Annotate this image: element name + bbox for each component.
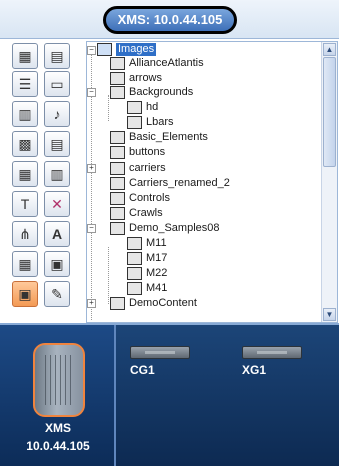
device-list: CG1 XG1	[116, 325, 339, 466]
folder-icon	[110, 86, 125, 99]
tree-root-label: Images	[116, 43, 157, 56]
device-xg1[interactable]: XG1	[242, 346, 302, 377]
folder-icon	[110, 192, 125, 205]
folder-icon	[110, 72, 125, 85]
list-icon[interactable]: ☰	[12, 71, 38, 97]
font-icon[interactable]: A	[44, 221, 70, 247]
folder-icon	[127, 282, 142, 295]
title-bar: XMS: 10.0.44.105	[0, 0, 339, 38]
scroll-down-icon[interactable]: ▼	[323, 308, 336, 321]
server-icon	[33, 343, 85, 417]
vertical-scrollbar[interactable]: ▲ ▼	[321, 42, 337, 322]
main-area: ▦ ▤ ☰ ▭ ▥ ♪ ▩ ▤ ▦ ▥ T ✕ ⋔ A ▦ ▣ ▣ ✎ − Im…	[0, 38, 339, 324]
device-label: XG1	[242, 363, 267, 377]
xms-server-tile[interactable]: XMS 10.0.44.105	[0, 325, 116, 466]
folder-icon	[110, 177, 125, 190]
collapse-toggle[interactable]: −	[87, 88, 96, 97]
folder-icon	[110, 146, 125, 159]
layout-icon[interactable]: ▦	[12, 43, 38, 69]
tree-item[interactable]: M41	[127, 282, 167, 295]
network-icon[interactable]: ⋔	[12, 221, 38, 247]
tree-item[interactable]: carriers	[110, 162, 166, 175]
device-panel: XMS 10.0.44.105 CG1 XG1	[0, 323, 339, 466]
columns-icon[interactable]: ▥	[44, 161, 70, 187]
music-icon[interactable]: ♪	[44, 101, 70, 127]
monitor-icon[interactable]: ▭	[44, 71, 70, 97]
folder-icon	[127, 252, 142, 265]
text-box-icon[interactable]: T	[12, 191, 38, 217]
device-rack-icon	[242, 346, 302, 359]
image-icon[interactable]: ▩	[12, 131, 38, 157]
tree-item[interactable]: AllianceAtlantis	[110, 57, 204, 70]
device-rack-icon	[130, 346, 190, 359]
folder-icon	[110, 162, 125, 175]
delete-icon[interactable]: ✕	[44, 191, 70, 217]
tree-item[interactable]: arrows	[110, 72, 162, 85]
tree-item[interactable]: Lbars	[127, 116, 174, 129]
folder-icon	[127, 101, 142, 114]
tree-item[interactable]: Basic_Elements	[110, 131, 208, 144]
scroll-up-icon[interactable]: ▲	[323, 43, 336, 56]
tree-item[interactable]: M17	[127, 252, 167, 265]
tree-item[interactable]: Crawls	[110, 207, 163, 220]
display-icon[interactable]: ▣	[12, 281, 38, 307]
tree-item[interactable]: buttons	[110, 146, 165, 159]
folder-icon	[110, 222, 125, 235]
clock-icon[interactable]: ▦	[12, 251, 38, 277]
tree-item[interactable]: M22	[127, 267, 167, 280]
tree-item[interactable]: Backgrounds	[110, 86, 193, 99]
tree-item[interactable]: DemoContent	[110, 297, 197, 310]
folder-icon	[127, 116, 142, 129]
grid-layout-icon[interactable]: ▤	[44, 43, 70, 69]
document-icon[interactable]: ▥	[12, 101, 38, 127]
folder-icon	[110, 131, 125, 144]
edit-icon[interactable]: ✎	[44, 281, 70, 307]
expand-toggle[interactable]: +	[87, 164, 96, 173]
template-icon[interactable]: ▣	[44, 251, 70, 277]
device-label: CG1	[130, 363, 155, 377]
device-cg1[interactable]: CG1	[130, 346, 190, 377]
folder-icon	[127, 267, 142, 280]
scroll-thumb[interactable]	[323, 57, 336, 167]
tree-root[interactable]: Images	[97, 43, 157, 56]
expand-toggle[interactable]: +	[87, 299, 96, 308]
xms-ip: 10.0.44.105	[26, 439, 90, 453]
collapse-toggle[interactable]: −	[87, 46, 96, 55]
folder-icon	[110, 297, 125, 310]
folder-icon	[127, 237, 142, 250]
collapse-toggle[interactable]: −	[87, 224, 96, 233]
page-icon[interactable]: ▤	[44, 131, 70, 157]
tree-item[interactable]: Controls	[110, 192, 170, 205]
window-title: XMS: 10.0.44.105	[103, 6, 237, 34]
folder-icon	[110, 57, 125, 70]
xms-name: XMS	[44, 421, 71, 435]
tree-item[interactable]: hd	[127, 101, 158, 114]
media-tree: − Images AllianceAtlantis arrows − Backg…	[86, 41, 338, 323]
folder-icon	[110, 207, 125, 220]
tree-item[interactable]: Demo_Samples08	[110, 222, 220, 235]
tree-item[interactable]: M11	[127, 237, 167, 250]
folder-icon	[97, 43, 112, 56]
tree-item[interactable]: Carriers_renamed_2	[110, 177, 230, 190]
form-icon[interactable]: ▦	[12, 161, 38, 187]
